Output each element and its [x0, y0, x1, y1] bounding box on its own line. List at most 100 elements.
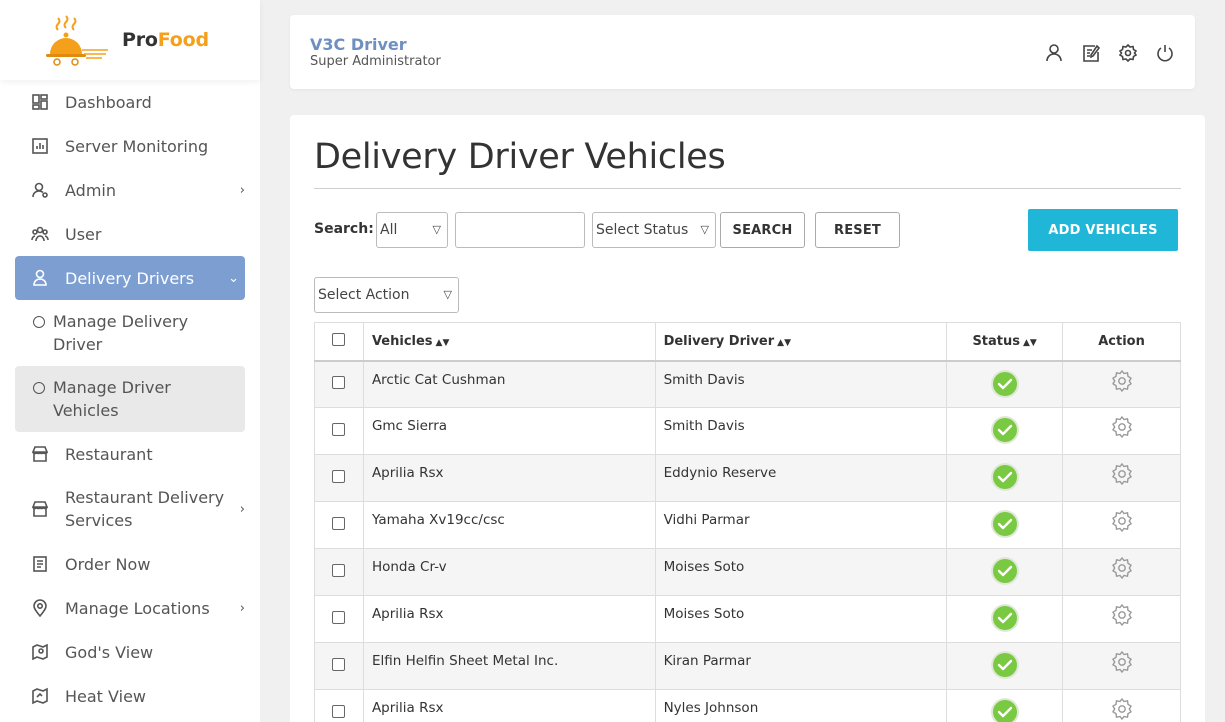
document-icon: [31, 555, 49, 573]
driver-cell: Smith Davis: [654, 407, 948, 455]
users-icon: [31, 225, 49, 243]
sidebar-item-label: Server Monitoring: [65, 136, 209, 156]
active-status-icon[interactable]: [990, 556, 1020, 586]
search-input[interactable]: [455, 212, 585, 248]
food-cloche-logo-icon: [44, 14, 114, 66]
sidebar-item-heat-view[interactable]: Heat View: [15, 674, 245, 718]
row-checkbox[interactable]: [332, 704, 346, 718]
search-button[interactable]: SEARCH: [720, 212, 805, 248]
sidebar-item-gods-view[interactable]: God's View: [15, 630, 245, 674]
sort-icon: ▲▼: [777, 337, 792, 348]
sidebar: ProFood Dashboard Server Monitoring Admi…: [0, 0, 260, 722]
bulk-action-value: Select Action: [318, 287, 410, 303]
column-header-delivery-driver[interactable]: Delivery Driver ▲▼: [654, 322, 948, 362]
search-scope-select[interactable]: All ▽: [376, 212, 448, 248]
action-cell: [1062, 642, 1181, 690]
status-cell: [946, 548, 1064, 596]
sidebar-item-restaurant-delivery-services[interactable]: Restaurant Delivery Services ›: [15, 476, 245, 542]
active-status-icon[interactable]: [990, 603, 1020, 633]
table-row: Aprilia Rsx Eddynio Reserve: [314, 454, 1181, 502]
sidebar-item-manage-locations[interactable]: Manage Locations ›: [15, 586, 245, 630]
profile-icon[interactable]: [1044, 43, 1064, 63]
active-status-icon[interactable]: [990, 369, 1020, 399]
store-icon: [31, 500, 49, 518]
sidebar-item-user[interactable]: User: [15, 212, 245, 256]
column-header-vehicles[interactable]: Vehicles ▲▼: [362, 322, 656, 362]
status-cell: [946, 501, 1064, 549]
vehicle-cell: Arctic Cat Cushman: [362, 360, 656, 408]
action-cell: [1062, 689, 1181, 722]
active-status-icon[interactable]: [990, 650, 1020, 680]
sidebar-item-admin[interactable]: Admin ›: [15, 168, 245, 212]
gear-icon[interactable]: [1110, 415, 1134, 439]
gear-icon[interactable]: [1110, 462, 1134, 486]
column-header-action: Action: [1062, 322, 1181, 362]
sidebar-item-label: Restaurant Delivery Services: [65, 488, 225, 530]
reset-button[interactable]: RESET: [815, 212, 900, 248]
status-cell: [946, 642, 1064, 690]
sidebar-item-delivery-drivers[interactable]: Delivery Drivers ⌄: [15, 256, 245, 300]
table-header-row: Vehicles ▲▼ Delivery Driver ▲▼ Status ▲▼ Ac…: [314, 322, 1181, 362]
sidebar-subitem-manage-driver-vehicles[interactable]: Manage Driver Vehicles: [15, 366, 245, 432]
action-cell: [1062, 595, 1181, 643]
sidebar-item-label: Restaurant: [65, 444, 153, 464]
settings-icon[interactable]: [1118, 43, 1138, 63]
header-title: V3C Driver: [310, 35, 407, 54]
active-status-icon[interactable]: [990, 509, 1020, 539]
sidebar-subitem-label: Manage Delivery Driver: [53, 312, 189, 354]
row-checkbox[interactable]: [332, 657, 346, 671]
gear-icon[interactable]: [1110, 650, 1134, 674]
edit-icon[interactable]: [1081, 43, 1101, 63]
sidebar-item-server-monitoring[interactable]: Server Monitoring: [15, 124, 245, 168]
gear-icon[interactable]: [1110, 603, 1134, 627]
page-title: Delivery Driver Vehicles: [314, 137, 726, 177]
vehicle-cell: Honda Cr-v: [362, 548, 656, 596]
active-status-icon[interactable]: [990, 462, 1020, 492]
gear-icon[interactable]: [1110, 509, 1134, 533]
vehicle-cell: Aprilia Rsx: [362, 689, 656, 722]
driver-cell: Smith Davis: [654, 360, 948, 408]
sidebar-item-dashboard[interactable]: Dashboard: [15, 80, 245, 124]
row-select-cell: [314, 360, 364, 408]
gear-icon[interactable]: [1110, 369, 1134, 393]
power-icon[interactable]: [1155, 43, 1175, 63]
driver-cell: Moises Soto: [654, 595, 948, 643]
active-status-icon[interactable]: [990, 697, 1020, 722]
bulk-action-select[interactable]: Select Action ▽: [314, 277, 459, 313]
active-status-icon[interactable]: [990, 415, 1020, 445]
row-checkbox[interactable]: [332, 469, 346, 483]
header-subtitle: Super Administrator: [310, 54, 441, 69]
row-select-cell: [314, 454, 364, 502]
sidebar-item-order-now[interactable]: Order Now: [15, 542, 245, 586]
row-checkbox[interactable]: [332, 375, 346, 389]
row-checkbox[interactable]: [332, 516, 346, 530]
sidebar-item-label: Manage Locations: [65, 598, 210, 618]
status-cell: [946, 360, 1064, 408]
column-header-status[interactable]: Status ▲▼: [946, 322, 1064, 362]
gear-icon[interactable]: [1110, 556, 1134, 580]
chevron-right-icon: ›: [239, 501, 245, 517]
select-all-checkbox[interactable]: [332, 332, 346, 346]
sidebar-item-label: Delivery Drivers: [65, 268, 195, 288]
status-select[interactable]: Select Status ▽: [592, 212, 716, 248]
logo[interactable]: ProFood: [0, 0, 260, 80]
row-checkbox[interactable]: [332, 422, 346, 436]
row-checkbox[interactable]: [332, 563, 346, 577]
row-checkbox[interactable]: [332, 610, 346, 624]
gear-icon[interactable]: [1110, 697, 1134, 721]
vehicle-cell: Gmc Sierra: [362, 407, 656, 455]
search-label: Search:: [314, 221, 374, 237]
add-vehicles-button[interactable]: ADD VEHICLES: [1028, 209, 1178, 251]
chevron-down-icon: ▽: [443, 288, 452, 301]
row-select-cell: [314, 548, 364, 596]
header-bar: V3C Driver Super Administrator: [290, 15, 1195, 89]
row-select-cell: [314, 689, 364, 722]
action-cell: [1062, 360, 1181, 408]
driver-cell: Vidhi Parmar: [654, 501, 948, 549]
table-row: Honda Cr-v Moises Soto: [314, 548, 1181, 596]
sidebar-item-restaurant[interactable]: Restaurant: [15, 432, 245, 476]
vehicle-cell: Aprilia Rsx: [362, 595, 656, 643]
sidebar-subitem-label: Manage Driver Vehicles: [53, 378, 171, 420]
sidebar-subitem-manage-delivery-driver[interactable]: Manage Delivery Driver: [15, 310, 245, 366]
row-select-cell: [314, 642, 364, 690]
